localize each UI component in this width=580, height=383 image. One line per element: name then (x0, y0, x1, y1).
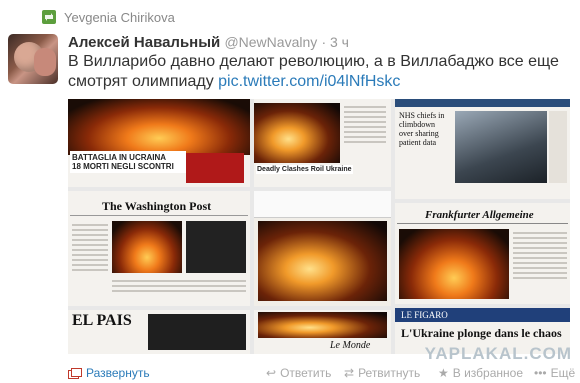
retweet-button[interactable]: ⇄ Ретвитнуть (344, 366, 420, 380)
newspaper-tile-faz: Frankfurter Allgemeine (395, 203, 570, 304)
newspaper-tile-italian: BATTAGLIA IN UCRAINA 18 MORTI NEGLI SCON… (68, 99, 250, 187)
watermark: YAPLAKAL.COM (424, 344, 572, 363)
tweet-text: В Вилларибо давно делают революцию, а в … (68, 52, 568, 92)
newspaper-tile-washington-post: The Washington Post (68, 191, 250, 306)
reply-label: Ответить (280, 366, 332, 380)
newspaper-tile-5 (254, 191, 391, 306)
tile-masthead: Frankfurter Allgemeine (425, 209, 534, 221)
media-collage[interactable]: BATTAGLIA IN UCRAINA 18 MORTI NEGLI SCON… (68, 99, 570, 354)
author-handle[interactable]: @NewNavalny (224, 34, 317, 50)
newspaper-tile-3: NHS chiefs in climbdown over sharing pat… (395, 99, 570, 199)
tile-masthead: LE FIGARO (401, 310, 448, 320)
newspaper-tile-2: Deadly Clashes Roil Ukraine (254, 99, 391, 187)
newspaper-tile-el-pais: EL PAIS (68, 310, 250, 354)
more-icon: ••• (534, 366, 547, 380)
tile-headline: BATTAGLIA IN UCRAINA 18 MORTI NEGLI SCON… (70, 151, 186, 173)
more-button[interactable]: ••• Ещё (534, 366, 575, 380)
retweet-context: Yevgenia Chirikova (42, 8, 175, 26)
tweet-media-link[interactable]: pic.twitter.com/i04lNfHskc (218, 73, 400, 90)
newspaper-tile-le-monde: Le Monde (254, 310, 391, 354)
reply-button[interactable]: ↩ Ответить (266, 366, 331, 380)
retweet-action-icon: ⇄ (344, 366, 355, 380)
reply-icon: ↩ (266, 366, 277, 380)
photo-icon (68, 367, 82, 379)
tile-masthead: Le Monde (330, 340, 371, 351)
tile-masthead: The Washington Post (102, 199, 212, 213)
tile-headline: Deadly Clashes Roil Ukraine (256, 165, 353, 174)
retweeted-by[interactable]: Yevgenia Chirikova (64, 10, 175, 25)
favorite-button[interactable]: ★ В избранное (438, 366, 523, 380)
expand-button[interactable]: Развернуть (68, 366, 150, 380)
tweet-actions: Развернуть ↩ Ответить ⇄ Ретвитнуть ★ В и… (0, 362, 580, 382)
tile-headline: NHS chiefs in climbdown over sharing pat… (399, 111, 445, 147)
star-icon: ★ (438, 366, 449, 380)
favorite-label: В избранное (452, 366, 523, 380)
retweet-label: Ретвитнуть (358, 366, 421, 380)
tile-headline: L'Ukraine plonge dans le chaos (401, 326, 562, 340)
tweet-time[interactable]: · 3 ч (321, 34, 349, 50)
tile-masthead: EL PAIS (72, 312, 132, 329)
expand-label: Развернуть (86, 366, 150, 380)
tweet-header: Алексей Навальный @NewNavalny · 3 ч (68, 34, 349, 51)
avatar[interactable] (8, 34, 58, 84)
more-label: Ещё (550, 366, 576, 380)
author-name[interactable]: Алексей Навальный (68, 34, 220, 51)
retweet-icon (42, 10, 56, 24)
